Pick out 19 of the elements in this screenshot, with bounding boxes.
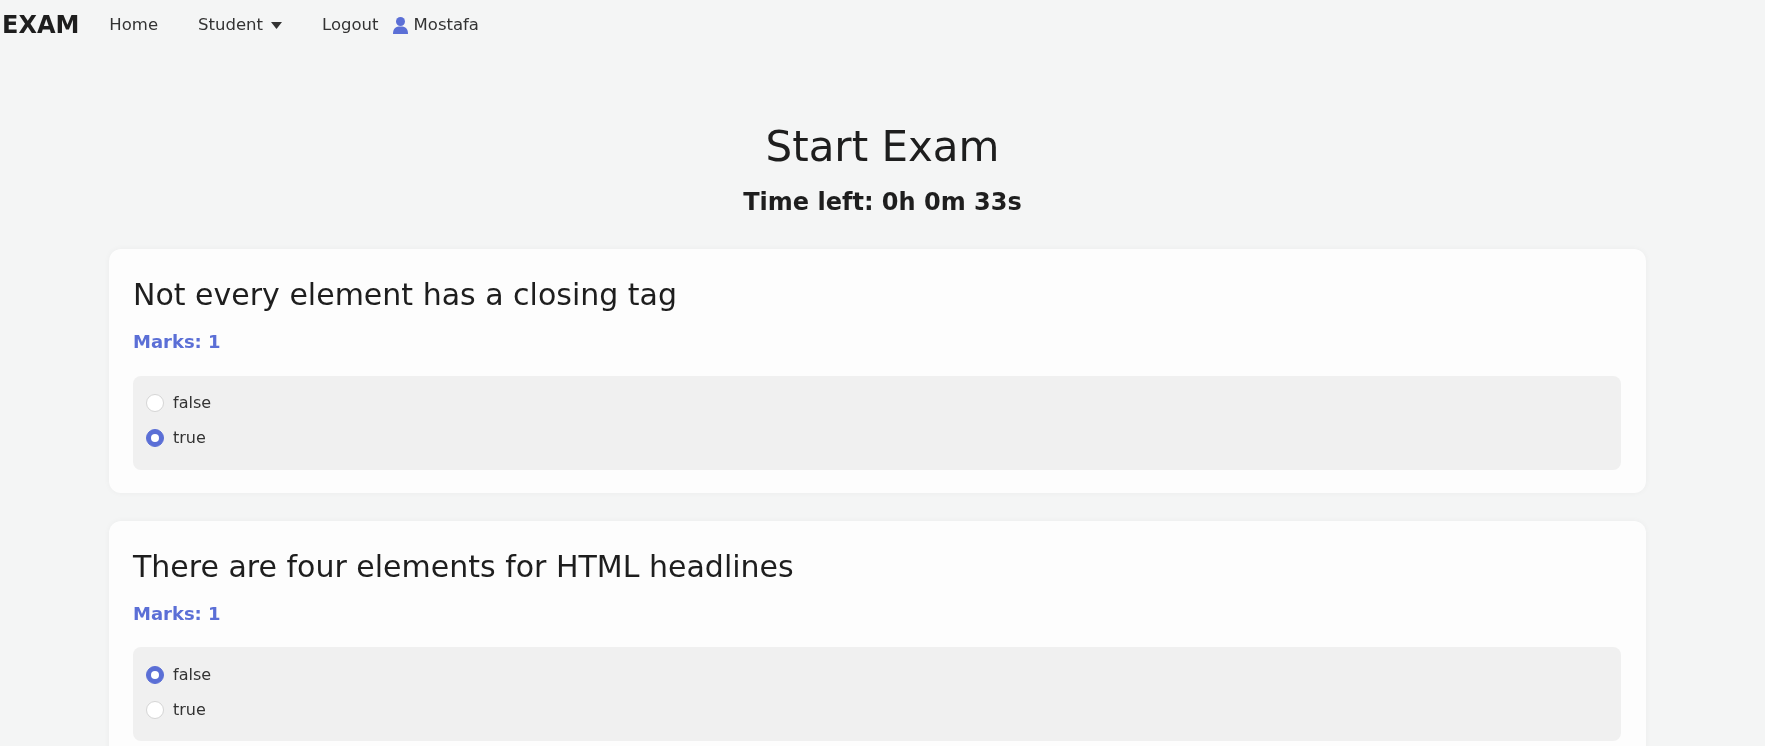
nav-link[interactable]: Home bbox=[109, 12, 159, 38]
option-label[interactable]: false bbox=[173, 662, 212, 687]
radio-button[interactable] bbox=[146, 429, 164, 448]
marks-text: Marks: 1 bbox=[133, 602, 222, 625]
marks-text: Marks: 1 bbox=[133, 331, 222, 353]
time-left-text: Time left: 0h 0m 33s bbox=[742, 188, 1023, 218]
nav-link[interactable]: Logout bbox=[322, 12, 379, 38]
nav-dropdown[interactable]: Student bbox=[198, 12, 283, 38]
option-label[interactable]: true bbox=[173, 697, 206, 722]
caret-icon bbox=[271, 21, 283, 29]
user-name: Mostafa bbox=[413, 13, 479, 36]
user-icon bbox=[392, 16, 408, 34]
option-label[interactable]: false bbox=[173, 391, 212, 416]
question-text: Not every element has a closing tag bbox=[133, 277, 679, 314]
radio-button[interactable] bbox=[146, 665, 164, 684]
question-text: There are four elements for HTML headlines bbox=[133, 548, 795, 585]
page-title: Start Exam bbox=[764, 122, 1001, 173]
brand-logo[interactable]: EXAM bbox=[2, 7, 80, 43]
option-label[interactable]: true bbox=[173, 426, 206, 451]
